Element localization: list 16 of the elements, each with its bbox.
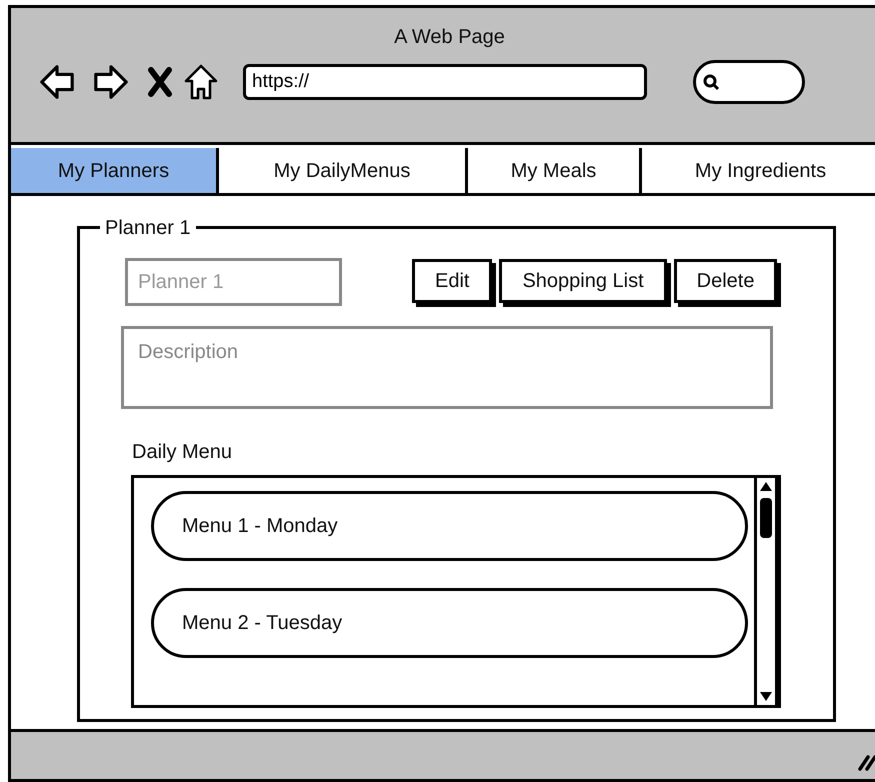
home-icon[interactable] — [183, 63, 219, 101]
planner-name-field[interactable]: Planner 1 — [125, 258, 342, 306]
list-label: Daily Menu — [132, 440, 234, 465]
scroll-thumb[interactable] — [760, 498, 772, 538]
search-field[interactable] — [693, 60, 805, 104]
menu-item[interactable]: Menu 1 - Monday — [151, 491, 748, 561]
close-icon[interactable] — [147, 67, 173, 97]
search-icon — [702, 73, 720, 91]
nav-tab[interactable]: My Planners — [11, 148, 219, 193]
scroll-up-icon[interactable] — [759, 480, 773, 492]
scrollbar[interactable] — [754, 478, 778, 705]
scroll-down-icon[interactable] — [759, 691, 773, 703]
menu-item[interactable]: Menu 2 - Tuesday — [151, 588, 748, 658]
window-title: A Web Page — [394, 25, 505, 50]
address-field[interactable]: https:// — [243, 64, 647, 100]
description-field[interactable]: Description — [121, 326, 773, 409]
